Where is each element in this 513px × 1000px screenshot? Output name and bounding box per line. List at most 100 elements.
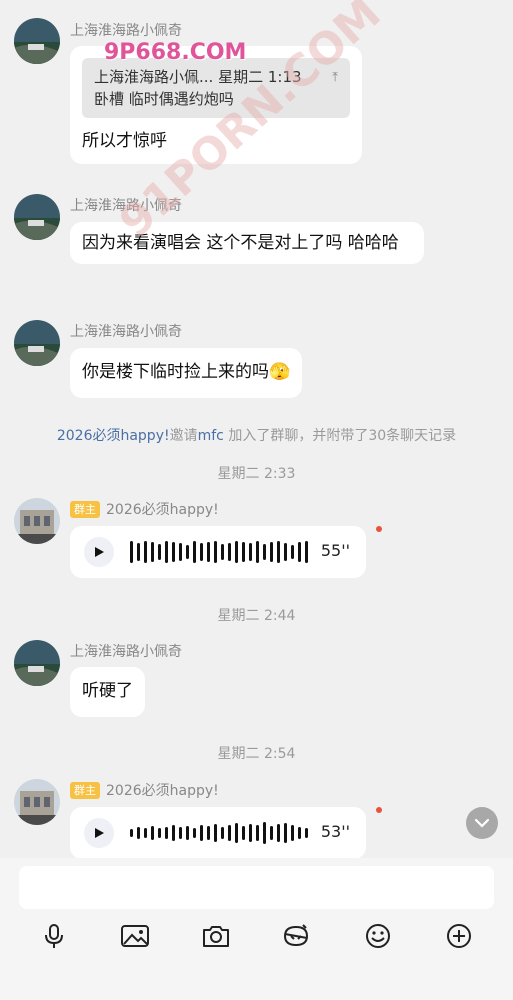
- waveform-bar: [193, 541, 196, 563]
- waveform-bar: [179, 827, 182, 839]
- waveform-bar: [158, 544, 161, 560]
- waveform-bar: [137, 543, 140, 561]
- waveform-bar: [200, 543, 203, 561]
- waveform-bar: [305, 828, 308, 838]
- play-icon[interactable]: [84, 818, 114, 848]
- waveform-bar: [172, 542, 175, 562]
- waveform-bar: [270, 542, 273, 562]
- owner-badge: 群主: [70, 501, 100, 518]
- waveform-bar: [256, 825, 259, 841]
- waveform-bar: [158, 828, 161, 838]
- sender-name: 上海淮海路小佩奇: [70, 644, 182, 660]
- sender-line: 群主 2026必须happy!: [70, 499, 219, 519]
- group-owner-avatar[interactable]: [14, 779, 60, 825]
- unread-dot: [376, 807, 382, 813]
- waveform-bar: [284, 543, 287, 561]
- message-text: 因为来看演唱会 这个不是对上了吗 哈哈哈: [82, 233, 399, 253]
- timestamp: 星期二 2:44: [217, 608, 296, 624]
- waveform-bar: [284, 823, 287, 843]
- waveform-bar: [242, 542, 245, 562]
- sender-name: 上海淮海路小佩奇: [70, 23, 182, 39]
- message-bubble[interactable]: 你是楼下临时捡上来的吗🫣: [70, 348, 303, 398]
- avatar[interactable]: [14, 18, 60, 64]
- image-icon[interactable]: [117, 918, 153, 954]
- waveform-bar: [305, 541, 308, 563]
- avatar[interactable]: [14, 194, 60, 240]
- waveform-bar: [144, 541, 147, 563]
- composer-toolbar: [0, 918, 513, 954]
- waveform-bar: [298, 827, 301, 839]
- message-bubble[interactable]: 上海淮海路小佩... 星期二 1:13 卧槽 临时偶遇约炮吗 ⤒ 所以才惊呼: [70, 46, 362, 164]
- timestamp: 星期二 2:33: [217, 466, 296, 482]
- waveform-bar: [144, 828, 147, 838]
- waveform-bar: [291, 825, 294, 841]
- message-text: 听硬了: [82, 681, 133, 701]
- voice-bubble[interactable]: 53'': [70, 807, 366, 858]
- waveform-bar: [151, 542, 154, 562]
- avatar[interactable]: [14, 320, 60, 366]
- chat-area[interactable]: 上海淮海路小佩奇 上海淮海路小佩... 星期二 1:13 卧槽 临时偶遇约炮吗 …: [0, 0, 513, 858]
- message-input[interactable]: [19, 866, 494, 909]
- message-text: 所以才惊呼: [82, 131, 167, 151]
- waveform-bar: [214, 824, 217, 842]
- waveform-bar: [221, 827, 224, 839]
- message-bubble[interactable]: 因为来看演唱会 这个不是对上了吗 哈哈哈: [70, 222, 424, 264]
- waveform-bar: [172, 825, 175, 841]
- camera-icon[interactable]: [198, 918, 234, 954]
- waveform-bar: [165, 827, 168, 839]
- emoji-icon[interactable]: [360, 918, 396, 954]
- waveform-bar: [256, 541, 259, 563]
- waveform-bar: [298, 542, 301, 562]
- chevron-down-icon: [474, 818, 490, 828]
- waveform-bar: [228, 543, 231, 561]
- waveform-bar: [179, 543, 182, 561]
- play-icon[interactable]: [84, 537, 114, 567]
- scroll-to-bottom-button[interactable]: [466, 807, 498, 839]
- waveform-bar: [291, 545, 294, 559]
- waveform-bar: [193, 828, 196, 838]
- invite-target-link[interactable]: mfc: [198, 428, 224, 444]
- waveform-bar: [263, 544, 266, 560]
- composer-area: [0, 858, 513, 1000]
- waveform-bar: [151, 826, 154, 840]
- waveform-bar: [214, 541, 217, 563]
- waveform-bar: [165, 541, 168, 563]
- jump-to-top-icon[interactable]: ⤒: [332, 67, 338, 89]
- quoted-message[interactable]: 上海淮海路小佩... 星期二 1:13 卧槽 临时偶遇约炮吗 ⤒: [82, 58, 350, 118]
- waveform-bar: [130, 541, 133, 563]
- sender-name: 上海淮海路小佩奇: [70, 198, 182, 214]
- waveform-bar: [277, 824, 280, 842]
- waveform-bar: [235, 541, 238, 563]
- waveform-bar: [137, 827, 140, 839]
- emoji: 🫣: [269, 362, 291, 382]
- voice-duration: 55'': [320, 541, 350, 560]
- waveform-bar: [263, 822, 266, 844]
- waveform-bar: [270, 826, 273, 840]
- sender-line: 群主 2026必须happy!: [70, 780, 219, 800]
- waveform-bar: [249, 824, 252, 842]
- waveform-bar: [277, 541, 280, 563]
- quote-header: 上海淮海路小佩... 星期二 1:13: [94, 68, 302, 86]
- waveform-bar: [130, 829, 133, 837]
- avatar[interactable]: [14, 640, 60, 686]
- waveform: [130, 541, 308, 563]
- waveform-bar: [221, 544, 224, 560]
- waveform-bar: [235, 823, 238, 843]
- waveform-bar: [207, 826, 210, 840]
- waveform-bar: [249, 543, 252, 561]
- sender-name: 上海淮海路小佩奇: [70, 324, 182, 340]
- waveform-bar: [200, 825, 203, 841]
- voice-bubble[interactable]: 55'': [70, 526, 366, 578]
- timestamp: 星期二 2:54: [217, 746, 296, 762]
- plus-icon[interactable]: [441, 918, 477, 954]
- message-bubble[interactable]: 听硬了: [70, 667, 145, 717]
- message-text: 你是楼下临时捡上来的吗: [82, 362, 269, 382]
- red-packet-icon[interactable]: [278, 918, 314, 954]
- microphone-icon[interactable]: [36, 918, 72, 954]
- invite-actor-link[interactable]: 2026必须happy!: [57, 428, 170, 444]
- waveform-bar: [228, 825, 231, 841]
- group-owner-avatar[interactable]: [14, 498, 60, 544]
- unread-dot: [376, 526, 382, 532]
- waveform-bar: [186, 545, 189, 559]
- waveform-bar: [186, 826, 189, 840]
